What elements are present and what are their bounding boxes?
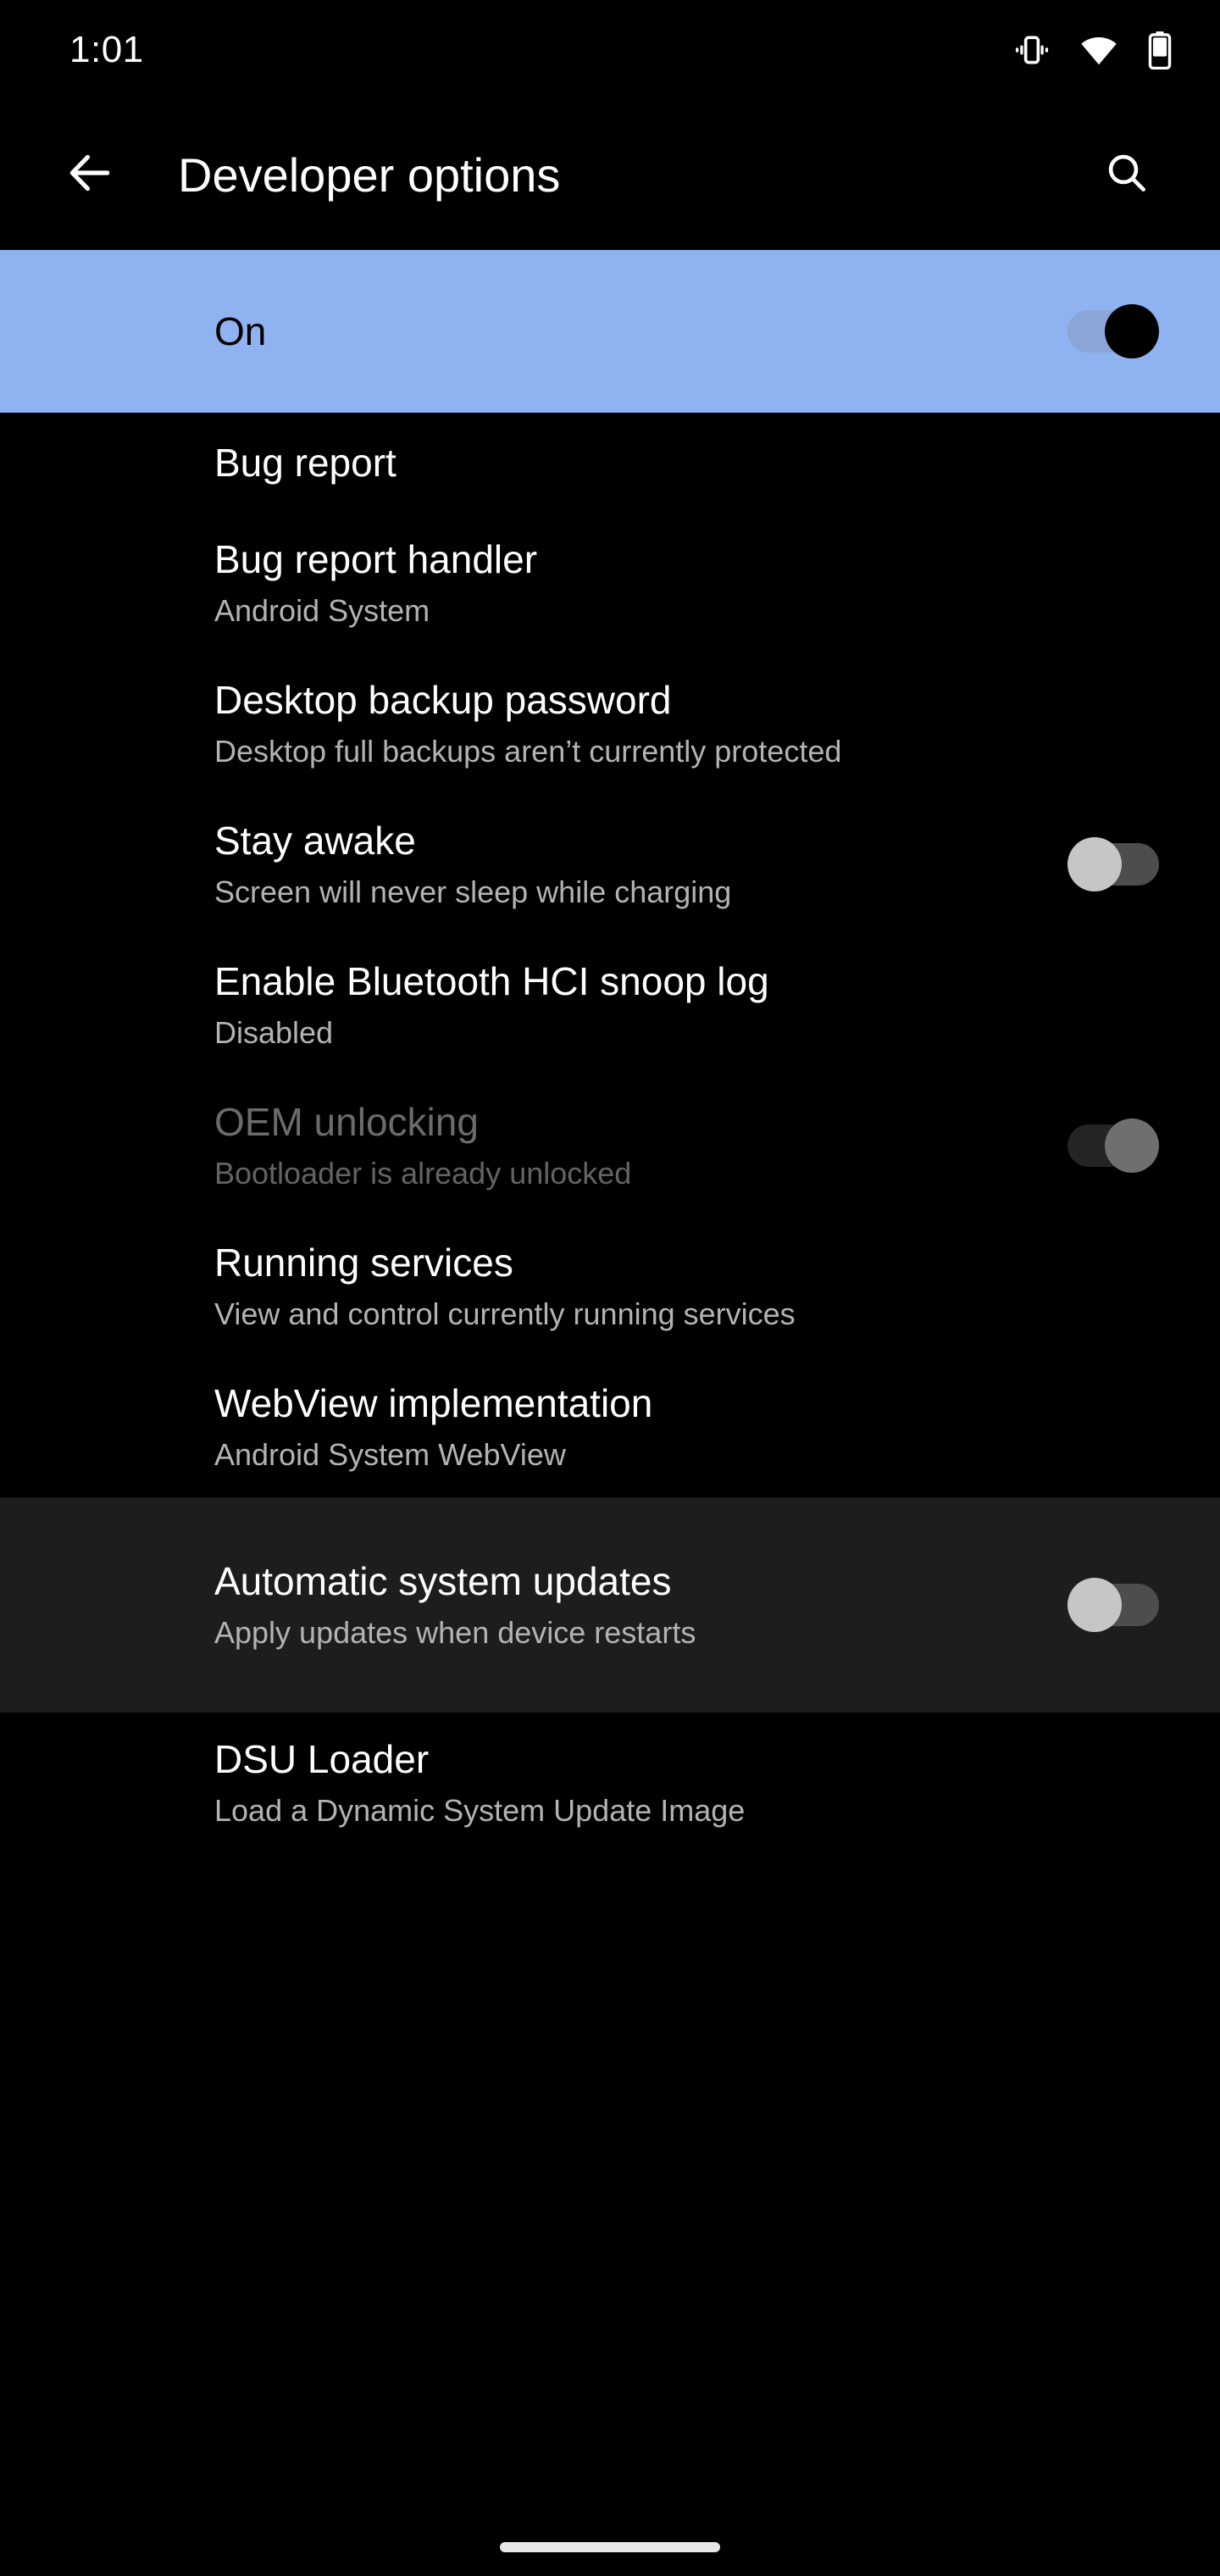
switch-thumb — [1105, 304, 1159, 358]
list-item-bug-report-handler[interactable]: Bug report handler Android System — [0, 513, 1220, 653]
wifi-icon — [1079, 31, 1118, 69]
back-arrow-icon — [64, 147, 116, 203]
switch-thumb — [1068, 1578, 1122, 1632]
list-item-title: Running services — [214, 1241, 513, 1285]
list-item-title: Enable Bluetooth HCI snoop log — [214, 959, 769, 1004]
list-item-title: Stay awake — [214, 819, 416, 863]
row-text: Running services View and control curren… — [214, 1240, 796, 1333]
list-item-subtitle: Desktop full backups aren’t currently pr… — [214, 734, 842, 769]
list-item-subtitle: Disabled — [214, 1015, 334, 1051]
master-toggle-label: On — [214, 309, 267, 353]
row-text: Stay awake Screen will never sleep while… — [214, 818, 731, 911]
list-item-dsu-loader[interactable]: DSU Loader Load a Dynamic System Update … — [0, 1713, 1220, 1853]
list-item-title: WebView implementation — [214, 1381, 653, 1426]
list-item-subtitle: Android System WebView — [214, 1437, 566, 1473]
list-item-subtitle: Load a Dynamic System Update Image — [214, 1793, 746, 1829]
oem-unlocking-switch — [1068, 1119, 1159, 1173]
list-item-title: DSU Loader — [214, 1737, 430, 1782]
search-icon — [1103, 149, 1151, 201]
row-text: Desktop backup password Desktop full bac… — [214, 677, 841, 770]
android-settings-screen: 1:01 Developer options On Bug report Bug… — [0, 0, 1220, 2576]
row-text: Enable Bluetooth HCI snoop log Disabled — [214, 958, 769, 1052]
battery-icon — [1147, 31, 1173, 69]
status-icon-group — [1013, 31, 1173, 69]
list-item-title: Bug report handler — [214, 537, 538, 582]
list-item-subtitle: Screen will never sleep while charging — [214, 874, 732, 910]
list-item-subtitle: Android System — [214, 593, 430, 629]
switch-thumb — [1068, 837, 1122, 891]
list-item-bug-report[interactable]: Bug report — [0, 413, 1220, 513]
row-text: Bug report — [214, 440, 396, 486]
row-text: Automatic system updates Apply updates w… — [214, 1558, 696, 1652]
list-item-title: Desktop backup password — [214, 678, 672, 723]
search-button[interactable] — [1086, 135, 1167, 216]
list-item-title: OEM unlocking — [214, 1100, 479, 1145]
list-item-automatic-system-updates[interactable]: Automatic system updates Apply updates w… — [0, 1497, 1220, 1713]
list-item-title: Bug report — [214, 440, 396, 485]
list-item-title: Automatic system updates — [214, 1559, 672, 1604]
list-item-oem-unlocking: OEM unlocking Bootloader is already unlo… — [0, 1075, 1220, 1216]
row-text: DSU Loader Load a Dynamic System Update … — [214, 1736, 745, 1829]
row-text: OEM unlocking Bootloader is already unlo… — [214, 1099, 631, 1192]
master-toggle-switch[interactable] — [1068, 304, 1159, 358]
home-gesture-bar[interactable] — [500, 2542, 720, 2552]
status-clock: 1:01 — [69, 29, 144, 70]
list-item-subtitle: View and control currently running servi… — [214, 1296, 796, 1332]
settings-list: Bug report Bug report handler Android Sy… — [0, 413, 1220, 1853]
stay-awake-switch[interactable] — [1068, 837, 1159, 891]
app-bar: Developer options — [0, 100, 1220, 250]
list-item-desktop-backup-password[interactable]: Desktop backup password Desktop full bac… — [0, 653, 1220, 794]
vibrate-icon — [1013, 31, 1051, 69]
list-item-running-services[interactable]: Running services View and control curren… — [0, 1216, 1220, 1357]
list-item-stay-awake[interactable]: Stay awake Screen will never sleep while… — [0, 794, 1220, 935]
list-item-webview-implementation[interactable]: WebView implementation Android System We… — [0, 1357, 1220, 1497]
page-title: Developer options — [178, 147, 561, 202]
row-text: WebView implementation Android System We… — [214, 1380, 652, 1474]
list-item-subtitle: Bootloader is already unlocked — [214, 1156, 632, 1191]
status-bar: 1:01 — [0, 0, 1220, 100]
developer-options-master-toggle-row[interactable]: On — [0, 250, 1220, 413]
automatic-system-updates-switch[interactable] — [1068, 1578, 1159, 1632]
list-item-bluetooth-hci-snoop-log[interactable]: Enable Bluetooth HCI snoop log Disabled — [0, 935, 1220, 1075]
list-item-subtitle: Apply updates when device restarts — [214, 1615, 696, 1651]
switch-thumb — [1105, 1119, 1159, 1173]
back-button[interactable] — [49, 135, 130, 216]
row-text: Bug report handler Android System — [214, 536, 537, 630]
